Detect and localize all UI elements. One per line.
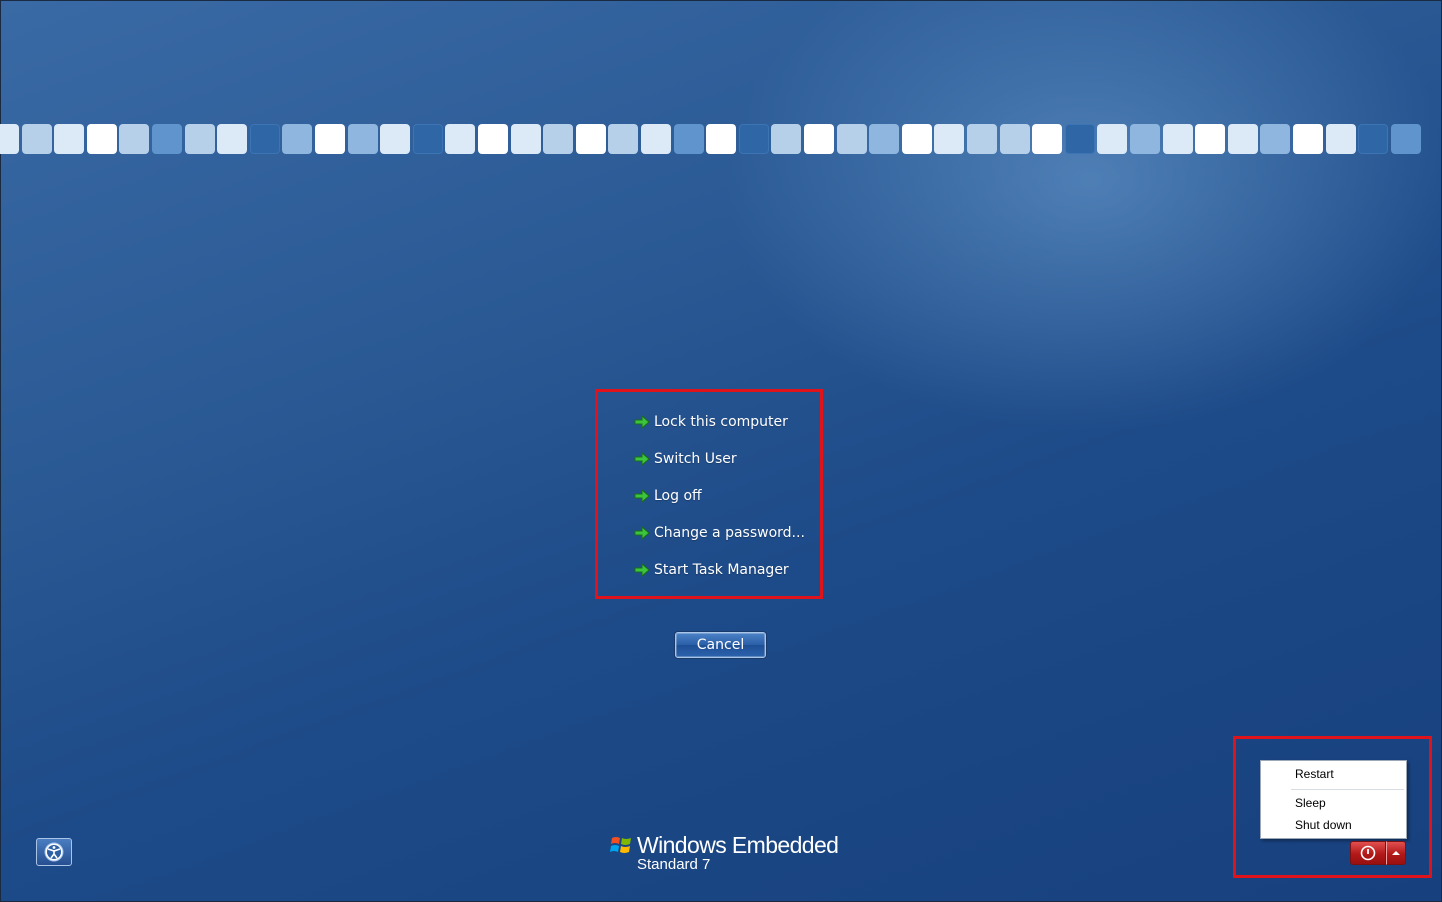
strip-tile xyxy=(739,124,769,154)
strip-tile xyxy=(1000,124,1030,154)
option-start-task-manager[interactable]: Start Task Manager xyxy=(634,558,789,582)
strip-tile xyxy=(804,124,834,154)
green-arrow-icon xyxy=(634,414,650,430)
strip-tile xyxy=(1130,124,1160,154)
strip-tile xyxy=(413,124,443,154)
power-menu: Restart Sleep Shut down xyxy=(1260,760,1407,839)
strip-tile xyxy=(380,124,410,154)
strip-tile xyxy=(87,124,117,154)
option-log-off[interactable]: Log off xyxy=(634,484,702,508)
strip-tile xyxy=(869,124,899,154)
strip-tile xyxy=(608,124,638,154)
strip-tile xyxy=(1097,124,1127,154)
strip-tile xyxy=(902,124,932,154)
ease-of-access-icon xyxy=(44,842,64,862)
strip-tile xyxy=(282,124,312,154)
strip-tile xyxy=(1195,124,1225,154)
option-label: Lock this computer xyxy=(654,414,788,430)
menu-item-sleep[interactable]: Sleep xyxy=(1295,794,1326,812)
strip-tile xyxy=(967,124,997,154)
option-label: Switch User xyxy=(654,451,737,467)
strip-tile xyxy=(22,124,52,154)
strip-tile xyxy=(511,124,541,154)
strip-tile xyxy=(837,124,867,154)
option-lock-computer[interactable]: Lock this computer xyxy=(634,410,788,434)
strip-tile xyxy=(1032,124,1062,154)
green-arrow-icon xyxy=(634,488,650,504)
strip-tile xyxy=(185,124,215,154)
strip-tile xyxy=(576,124,606,154)
menu-item-shut-down[interactable]: Shut down xyxy=(1295,816,1352,834)
cancel-button[interactable]: Cancel xyxy=(675,632,766,658)
shutdown-options-button[interactable] xyxy=(1386,841,1406,865)
strip-tile xyxy=(1358,124,1388,154)
strip-tile xyxy=(0,124,19,154)
brand-name: Windows Embedded xyxy=(637,832,839,858)
strip-tile xyxy=(706,124,736,154)
strip-tile xyxy=(152,124,182,154)
strip-tile xyxy=(934,124,964,154)
strip-tile xyxy=(1260,124,1290,154)
strip-tile xyxy=(445,124,475,154)
menu-item-restart[interactable]: Restart xyxy=(1295,765,1334,783)
option-switch-user[interactable]: Switch User xyxy=(634,447,737,471)
green-arrow-icon xyxy=(634,562,650,578)
ease-of-access-button[interactable] xyxy=(36,838,72,866)
security-options-highlight: Lock this computer Switch User Log off C… xyxy=(595,389,823,599)
green-arrow-icon xyxy=(634,451,650,467)
option-label: Change a password... xyxy=(654,525,805,541)
strip-tile xyxy=(1228,124,1258,154)
tile-strip xyxy=(0,124,1442,156)
strip-tile xyxy=(119,124,149,154)
windows-flag-logo xyxy=(610,837,631,853)
strip-tile xyxy=(771,124,801,154)
brand-edition: Standard 7 xyxy=(637,856,711,873)
strip-tile xyxy=(641,124,671,154)
option-label: Start Task Manager xyxy=(654,562,789,578)
strip-tile xyxy=(250,124,280,154)
strip-tile xyxy=(674,124,704,154)
chevron-up-icon xyxy=(1392,851,1400,855)
menu-separator xyxy=(1291,789,1404,790)
strip-tile xyxy=(217,124,247,154)
strip-tile xyxy=(54,124,84,154)
strip-tile xyxy=(543,124,573,154)
strip-tile xyxy=(1293,124,1323,154)
strip-tile xyxy=(315,124,345,154)
windows-embedded-branding: Windows Embedded Standard 7 xyxy=(608,832,848,876)
strip-tile xyxy=(1163,124,1193,154)
strip-tile xyxy=(348,124,378,154)
power-icon xyxy=(1360,845,1376,861)
strip-tile xyxy=(1065,124,1095,154)
strip-tile xyxy=(478,124,508,154)
strip-tile xyxy=(1391,124,1421,154)
strip-tile xyxy=(1326,124,1356,154)
green-arrow-icon xyxy=(634,525,650,541)
shutdown-button[interactable] xyxy=(1350,841,1386,865)
option-change-password[interactable]: Change a password... xyxy=(634,521,805,545)
option-label: Log off xyxy=(654,488,702,504)
